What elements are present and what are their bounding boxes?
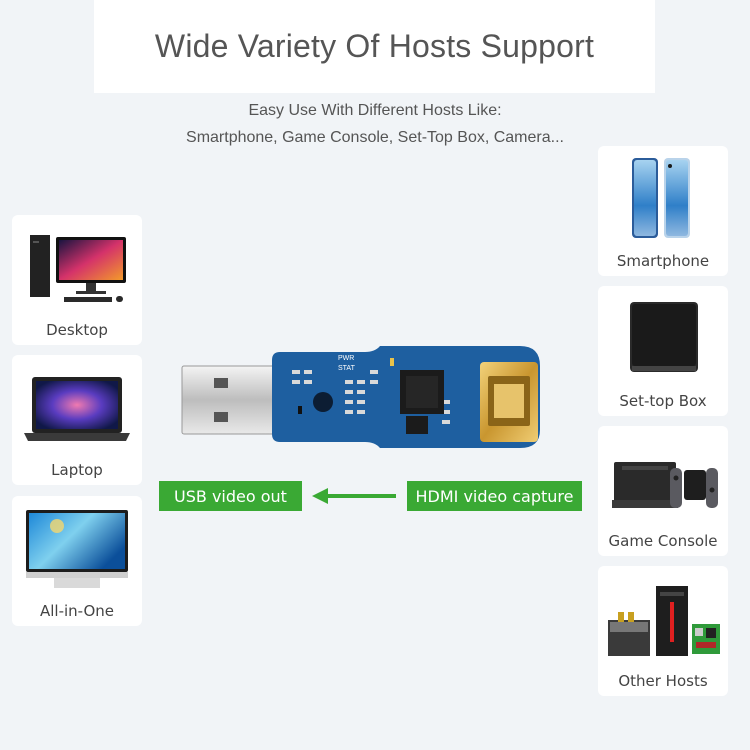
usb-hdmi-capture-device: PWR STAT [180, 340, 550, 455]
host-card-smartphone: Smartphone [598, 146, 728, 276]
game-console-icon [598, 432, 728, 522]
host-label: Other Hosts [618, 672, 708, 690]
host-label: Set-top Box [619, 392, 707, 410]
host-card-laptop: Laptop [12, 355, 142, 485]
pwr-silkscreen: PWR [338, 355, 354, 362]
host-label: Desktop [46, 321, 108, 339]
host-label: Smartphone [616, 252, 710, 270]
desktop-pc-icon [12, 221, 142, 311]
all-in-one-pc-icon [12, 502, 142, 592]
host-card-game-console: Game Console [598, 426, 728, 556]
title-box: Wide Variety Of Hosts Support [94, 0, 655, 93]
host-card-set-top-box: Set-top Box [598, 286, 728, 416]
arrow-left-icon [312, 486, 396, 506]
stat-silkscreen: STAT [338, 365, 356, 372]
hdmi-video-capture-label: HDMI video capture [407, 481, 582, 511]
host-card-desktop: Desktop [12, 215, 142, 345]
host-card-other-hosts: Other Hosts [598, 566, 728, 696]
page-title: Wide Variety Of Hosts Support [154, 28, 595, 64]
host-label: Game Console [608, 532, 718, 550]
subtitle-line-1: Easy Use With Different Hosts Like: [248, 102, 502, 119]
subtitle-line-2: Smartphone, Game Console, Set-Top Box, C… [186, 129, 564, 146]
host-card-all-in-one: All-in-One [12, 496, 142, 626]
usb-a-plug [181, 365, 283, 435]
other-hosts-icon [598, 572, 728, 662]
laptop-icon [12, 361, 142, 451]
usb-video-out-label: USB video out [159, 481, 302, 511]
host-label: All-in-One [39, 602, 115, 620]
smartphone-icon [598, 152, 728, 242]
host-label: Laptop [51, 461, 103, 479]
set-top-box-icon [598, 292, 728, 382]
hdmi-mini-port [480, 362, 538, 442]
